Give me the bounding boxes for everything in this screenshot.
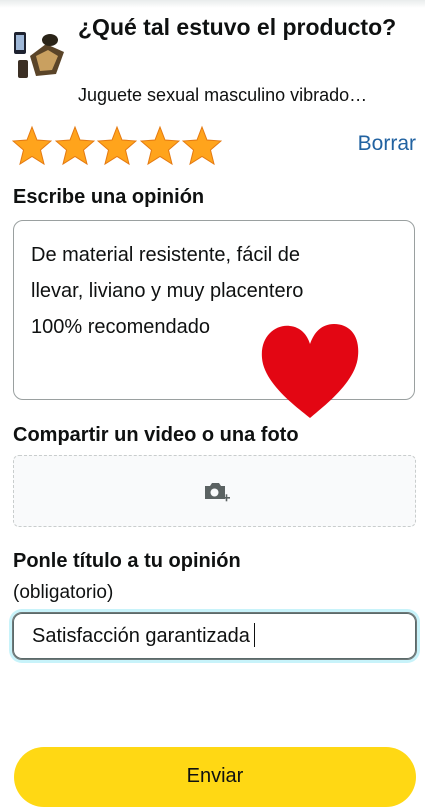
text-caret <box>253 623 255 647</box>
star-icon-5[interactable] <box>182 124 222 168</box>
review-section-label: Escribe una opinión <box>13 186 205 208</box>
product-thumbnail <box>14 32 64 78</box>
top-bar <box>0 0 425 8</box>
required-note: (obligatorio) <box>13 582 114 603</box>
star-rating[interactable] <box>12 124 225 168</box>
submit-button[interactable]: Enviar <box>14 747 416 807</box>
star-icon-3[interactable] <box>97 124 137 168</box>
review-title-input[interactable]: Satisfacción garantizada <box>12 612 417 660</box>
clear-rating-link[interactable]: Borrar <box>358 132 416 156</box>
title-section-label: Ponle título a tu opinión <box>13 550 241 572</box>
heart-icon <box>261 324 359 418</box>
media-upload-area[interactable] <box>13 455 416 527</box>
camera-add-icon <box>205 483 230 502</box>
star-icon-4[interactable] <box>139 124 180 168</box>
product-name: Juguete sexual masculino vibrado… <box>78 85 368 105</box>
media-section-label: Compartir un video o una foto <box>13 424 299 446</box>
star-icon-2[interactable] <box>54 124 95 168</box>
page-title: ¿Qué tal estuvo el producto? <box>78 14 397 40</box>
star-icon-1[interactable] <box>12 124 52 168</box>
review-title-value: Satisfacción garantizada <box>32 625 250 647</box>
